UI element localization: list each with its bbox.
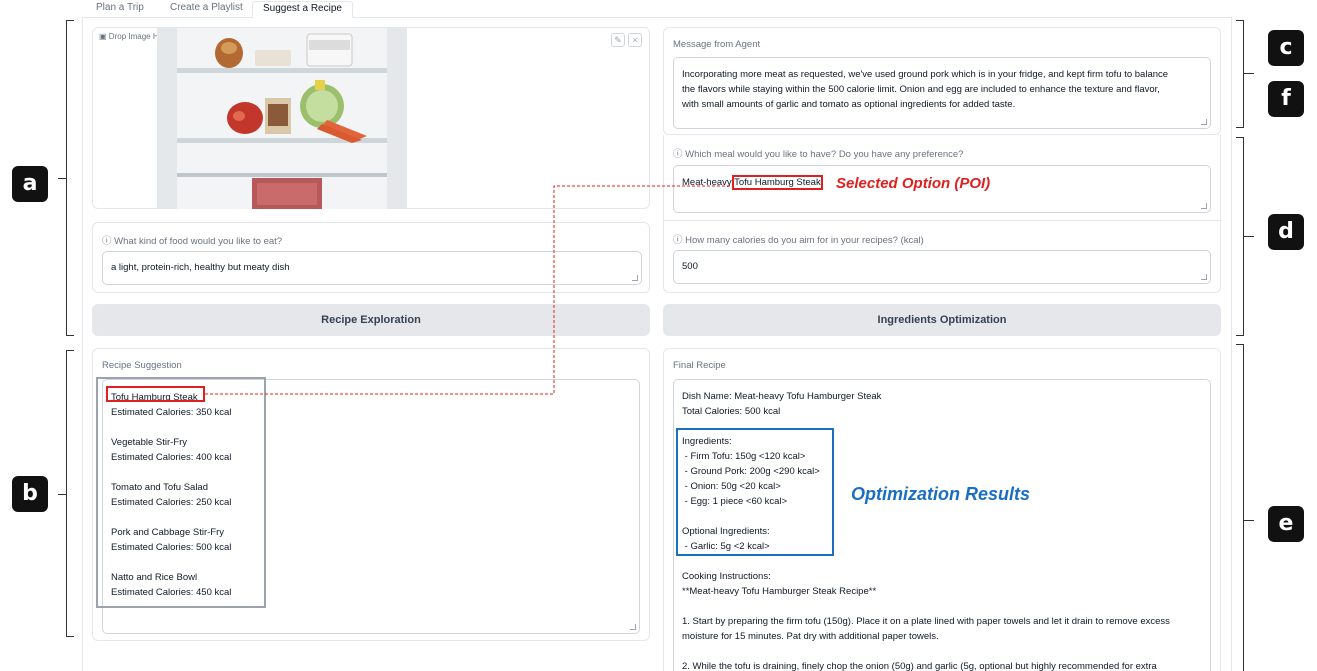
bracket-a-tick [58,178,66,179]
label-b: b [12,476,48,512]
label-d: d [1268,214,1304,250]
label-a: a [12,166,48,202]
bracket-e [1236,344,1244,671]
bracket-e-tick [1244,520,1254,521]
selected-option-annotation: Selected Option (POI) [836,175,991,192]
connector-line [205,185,730,395]
label-f: f [1268,81,1304,117]
label-e: e [1268,506,1304,542]
bracket-b-tick [58,494,66,495]
bracket-b [66,350,74,637]
bracket-cf-tick [1244,73,1254,74]
bracket-a [66,20,74,336]
label-c: c [1268,30,1304,66]
bracket-d-tick [1244,236,1254,237]
bracket-d [1236,137,1244,336]
optimization-results-annotation: Optimization Results [851,484,1031,504]
bracket-cf [1236,20,1244,128]
